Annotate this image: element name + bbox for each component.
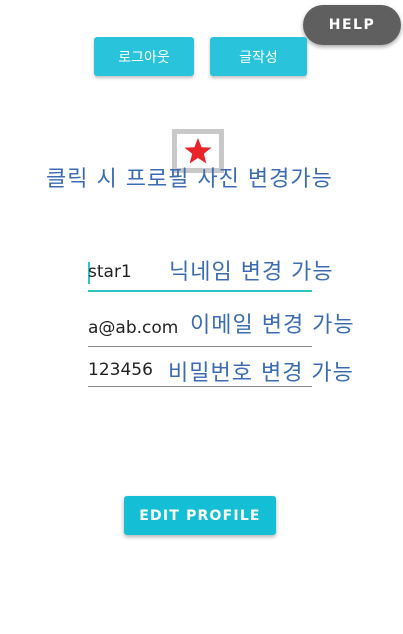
nickname-change-note: 닉네임 변경 가능	[169, 260, 334, 285]
email-value: a@ab.com	[88, 318, 179, 338]
nickname-value: star1	[88, 262, 132, 282]
write-post-button[interactable]: 글작성	[210, 37, 307, 76]
password-change-note: 비밀번호 변경 가능	[168, 361, 354, 386]
email-change-note: 이메일 변경 가능	[190, 313, 355, 338]
photo-change-note: 클릭 시 프로필 사진 변경가능	[46, 167, 333, 192]
edit-profile-button[interactable]: EDIT PROFILE	[124, 496, 276, 535]
logout-button[interactable]: 로그아웃	[94, 37, 194, 76]
help-button[interactable]: HELP	[303, 5, 401, 45]
password-value: 123456	[88, 360, 153, 380]
